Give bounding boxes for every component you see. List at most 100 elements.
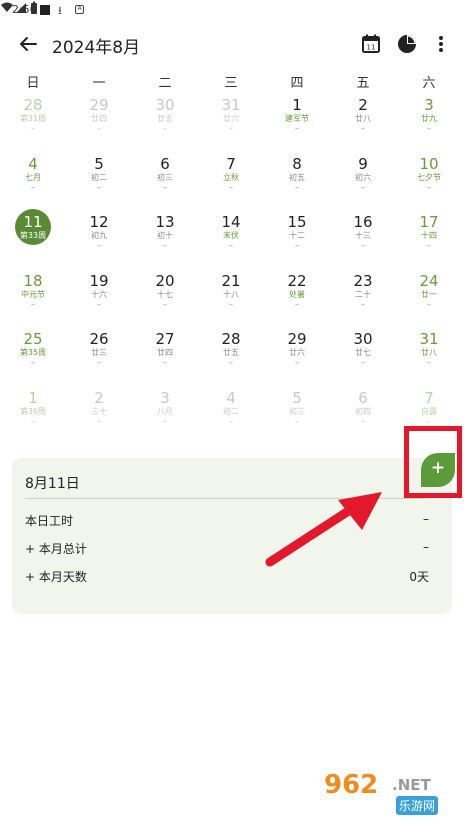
day-number: 11: [23, 213, 43, 231]
hours-value: –: [162, 241, 168, 251]
highlight-box: +: [404, 426, 462, 498]
hours-value: –: [426, 358, 432, 368]
weekday-label: 二: [158, 76, 172, 91]
calendar-day[interactable]: 24 廿一 –: [396, 268, 462, 326]
calendar-day[interactable]: 3 八月 –: [132, 385, 198, 443]
hours-value: –: [228, 124, 234, 134]
hours-value: –: [96, 124, 102, 134]
back-arrow-icon[interactable]: [14, 30, 42, 58]
day-number: 2: [358, 96, 368, 114]
calendar-day[interactable]: 5 初三 –: [264, 385, 330, 443]
day-number: 4: [226, 388, 236, 407]
plus-icon: +: [430, 458, 446, 478]
calendar-day[interactable]: 26 廿三 –: [66, 326, 132, 384]
calendar-day[interactable]: 28 廿五 –: [198, 326, 264, 384]
lunar-label: 初六: [355, 172, 371, 182]
hours-value: –: [162, 416, 168, 427]
calendar-day[interactable]: 16 十三 –: [330, 209, 396, 267]
day-number: 17: [419, 213, 439, 231]
day-number: 22: [287, 271, 307, 290]
day-number: 6: [358, 388, 368, 407]
day-number: 19: [89, 271, 109, 290]
day-number: 1: [292, 96, 302, 114]
calendar-day[interactable]: 1 第36周 –: [0, 385, 66, 443]
hours-value: –: [294, 416, 300, 427]
calendar-day-selected[interactable]: 11 第33周: [0, 209, 66, 267]
hours-value: –: [162, 124, 168, 134]
calendar-day[interactable]: 20 十七 –: [132, 268, 198, 326]
calendar-day[interactable]: 17 十四 –: [396, 209, 462, 267]
lunar-label: 初九: [91, 231, 107, 240]
pie-chart-icon[interactable]: [394, 31, 420, 57]
day-number: 26: [89, 330, 109, 348]
calendar-day[interactable]: 21 十八 –: [198, 268, 264, 326]
calendar-day[interactable]: 28 第31周 –: [0, 92, 66, 150]
weekday-header: 日一二三四五六: [0, 70, 464, 92]
hours-value: –: [360, 241, 366, 251]
calendar-day[interactable]: 27 廿四 –: [132, 326, 198, 384]
calendar-day[interactable]: 15 十二 –: [264, 209, 330, 267]
calendar-day[interactable]: 18 中元节 –: [0, 268, 66, 326]
calendar-day[interactable]: 31 廿八 –: [396, 326, 462, 384]
selected-date: 8月11日: [25, 476, 80, 492]
calendar-day[interactable]: 7 立秋 –: [198, 151, 264, 209]
calendar-day[interactable]: 29 廿四 –: [66, 92, 132, 150]
row-value: –: [423, 512, 429, 526]
calendar-day[interactable]: 23 二十 –: [330, 268, 396, 326]
calendar-icon[interactable]: 11: [358, 31, 384, 57]
calendar-day[interactable]: 5 初二 –: [66, 151, 132, 209]
row-label: + 本月天数: [25, 570, 87, 584]
watermark-suffix: .NET: [392, 776, 431, 794]
calendar-day[interactable]: 14 末伏 –: [198, 209, 264, 267]
lunar-label: 廿四: [157, 348, 173, 357]
lunar-label: 廿八: [355, 114, 371, 123]
lunar-label: 廿七: [355, 348, 371, 357]
lunar-label: 中元节: [21, 289, 45, 299]
day-number: 5: [292, 388, 302, 407]
watermark-cn: 乐游网: [396, 796, 439, 815]
weekday-label: 三: [224, 76, 238, 91]
add-record-button[interactable]: +: [421, 453, 455, 487]
calendar-day[interactable]: 6 初四 –: [330, 385, 396, 443]
calendar-day[interactable]: 6 初三 –: [132, 151, 198, 209]
day-number: 23: [353, 271, 373, 290]
lunar-label: 廿四: [91, 114, 107, 123]
calendar-day[interactable]: 3 廿九 –: [396, 92, 462, 150]
calendar-day[interactable]: 25 第35周 –: [0, 326, 66, 384]
calendar-day[interactable]: 12 初九 –: [66, 209, 132, 267]
weekday-label: 四: [290, 76, 304, 91]
calendar-day[interactable]: 22 处暑 –: [264, 268, 330, 326]
calendar-day[interactable]: 10 七夕节 –: [396, 151, 462, 209]
calendar-day[interactable]: 29 廿六 –: [264, 326, 330, 384]
lunar-label: 建军节: [285, 114, 309, 123]
day-number: 16: [353, 213, 373, 231]
calendar-day[interactable]: 9 初六 –: [330, 151, 396, 209]
hours-value: –: [96, 416, 102, 427]
calendar-day[interactable]: 4 七月 –: [0, 151, 66, 209]
hours-value: –: [30, 358, 36, 368]
lunar-label: 初三: [157, 172, 173, 182]
hours-value: –: [294, 299, 300, 310]
calendar-day[interactable]: 19 十六 –: [66, 268, 132, 326]
day-number: 7: [424, 388, 434, 407]
day-number: 21: [221, 271, 241, 290]
hours-value: –: [426, 124, 432, 134]
calendar-day[interactable]: 2 三十 –: [66, 385, 132, 443]
calendar-day[interactable]: 4 初二 –: [198, 385, 264, 443]
calendar-day[interactable]: 30 廿五 –: [132, 92, 198, 150]
more-vert-icon[interactable]: [428, 31, 454, 57]
calendar-day[interactable]: 30 廿七 –: [330, 326, 396, 384]
watermark-brand: 962: [324, 770, 379, 800]
calendar-day[interactable]: 13 初十 –: [132, 209, 198, 267]
hours-value: –: [360, 299, 366, 310]
calendar-day[interactable]: 31 廿六 –: [198, 92, 264, 150]
lunar-label: 初四: [355, 406, 371, 416]
calendar-day[interactable]: 1 建军节 –: [264, 92, 330, 150]
hours-value: –: [162, 299, 168, 310]
hours-value: –: [162, 182, 168, 193]
calendar-day[interactable]: 2 廿八 –: [330, 92, 396, 150]
day-number: 29: [89, 96, 109, 114]
calendar-day[interactable]: 8 初五 –: [264, 151, 330, 209]
lunar-label: 初二: [91, 172, 107, 182]
day-number: 30: [155, 96, 175, 114]
